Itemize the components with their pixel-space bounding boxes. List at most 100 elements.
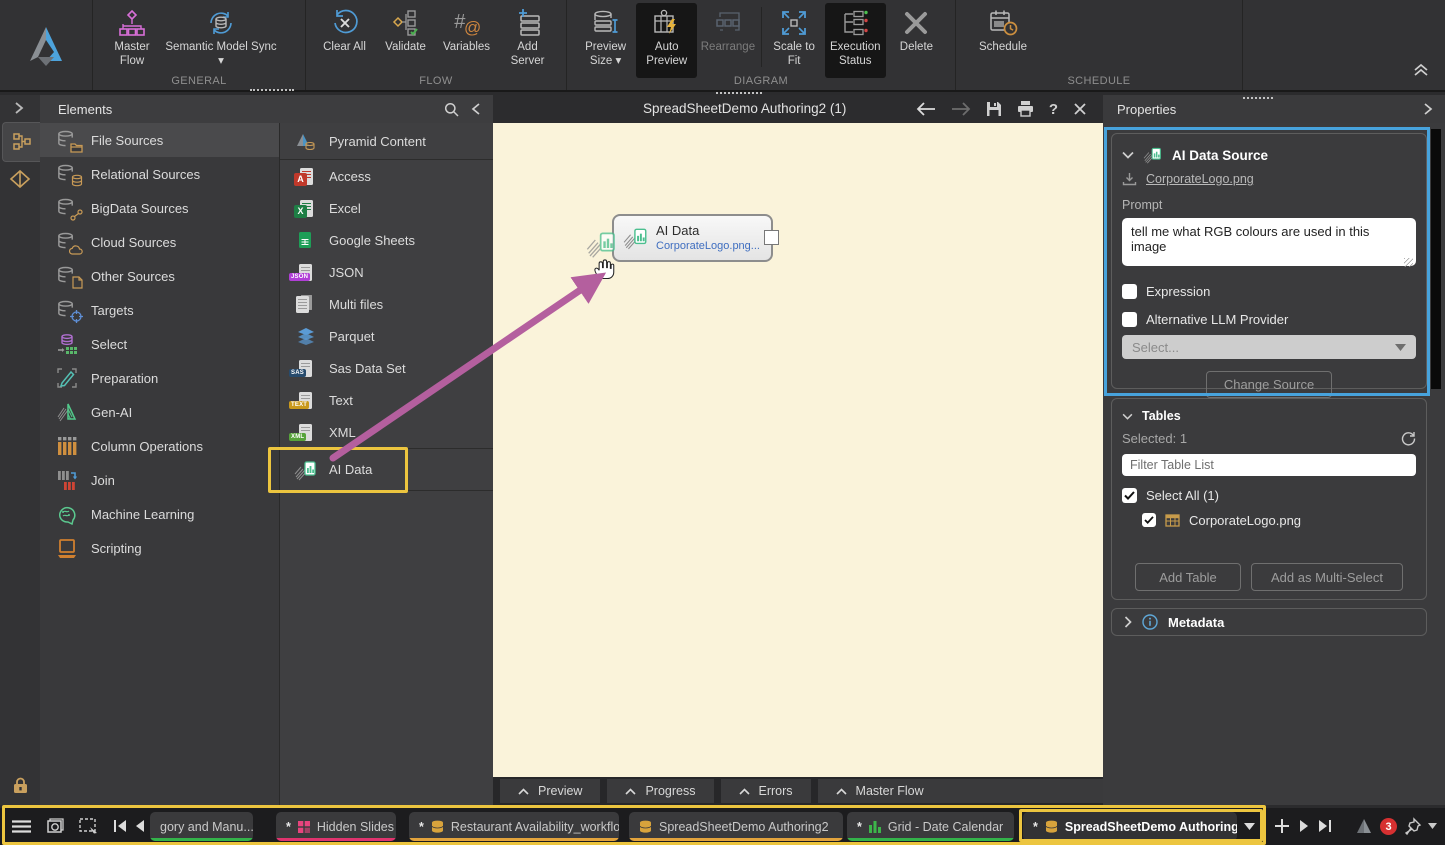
element-category-targets[interactable]: Targets bbox=[40, 293, 279, 327]
machine-learning-icon bbox=[56, 503, 80, 525]
table-row-label[interactable]: CorporateLogo.png bbox=[1189, 513, 1301, 528]
element-category-scripting[interactable]: Scripting bbox=[40, 531, 279, 565]
search-icon[interactable] bbox=[444, 102, 459, 117]
save-icon[interactable] bbox=[986, 101, 1002, 117]
taskbar-tab-hidden-slides[interactable]: * Hidden Slides bbox=[276, 812, 396, 841]
file-source-item-parquet[interactable]: Parquet bbox=[280, 320, 493, 352]
relational-sources-icon bbox=[56, 163, 80, 185]
element-category-join[interactable]: Join bbox=[40, 463, 279, 497]
table-icon bbox=[1165, 514, 1180, 527]
taskbar-tab-category[interactable]: gory and Manu... bbox=[150, 812, 253, 841]
tab-progress[interactable]: Progress bbox=[607, 779, 713, 803]
ribbon-collapse-button[interactable] bbox=[1411, 62, 1431, 76]
back-icon[interactable] bbox=[916, 102, 936, 116]
tab-dropdown-caret[interactable] bbox=[1244, 823, 1255, 830]
expression-checkbox[interactable] bbox=[1122, 284, 1137, 299]
snapshot-icon[interactable] bbox=[46, 817, 67, 835]
execution-status-button[interactable]: Execution Status bbox=[825, 3, 886, 78]
chevron-down-icon[interactable] bbox=[1122, 151, 1134, 159]
first-tab-icon[interactable] bbox=[113, 819, 127, 833]
help-icon[interactable]: ? bbox=[1049, 101, 1058, 118]
chevron-down-icon[interactable] bbox=[1122, 413, 1133, 420]
taskbar-tab-spreadsheetdemo-authoring-active[interactable]: * SpreadSheetDemo Authoring... bbox=[1023, 812, 1237, 841]
expand-panel-chevron[interactable] bbox=[12, 99, 26, 117]
validate-button[interactable]: Validate bbox=[375, 3, 436, 78]
file-source-item-excel[interactable]: X Excel bbox=[280, 192, 493, 224]
svg-text:@: @ bbox=[464, 18, 481, 37]
pyramid-small-icon[interactable] bbox=[1354, 817, 1374, 836]
canvas[interactable]: AI Data CorporateLogo.png... bbox=[493, 123, 1103, 777]
prompt-textarea[interactable]: tell me what RGB colours are used in thi… bbox=[1122, 218, 1416, 266]
element-category-other-sources[interactable]: Other Sources bbox=[40, 259, 279, 293]
properties-header: Properties bbox=[1103, 95, 1445, 124]
new-tab-icon[interactable] bbox=[1274, 818, 1290, 834]
print-icon[interactable] bbox=[1017, 101, 1034, 117]
preview-size-button[interactable]: Preview Size ▾ bbox=[575, 3, 636, 78]
rail-tab-model[interactable] bbox=[8, 167, 32, 191]
rail-tab-dataflow[interactable] bbox=[2, 122, 41, 162]
clear-all-button[interactable]: Clear All bbox=[314, 3, 375, 78]
file-source-item-json[interactable]: JSON JSON bbox=[280, 256, 493, 288]
collapse-panel-chevron[interactable] bbox=[471, 102, 481, 116]
tab-master-flow[interactable]: Master Flow bbox=[818, 779, 1103, 803]
refresh-icon[interactable] bbox=[1401, 431, 1416, 446]
file-source-item-multi-files[interactable]: Multi files bbox=[280, 288, 493, 320]
database-icon bbox=[639, 820, 652, 833]
file-source-item-text[interactable]: TEXT Text bbox=[280, 384, 493, 416]
more-caret-icon[interactable] bbox=[1428, 823, 1437, 829]
element-category-machine-learning[interactable]: Machine Learning bbox=[40, 497, 279, 531]
previous-tab-icon[interactable] bbox=[134, 819, 145, 833]
pin-icon[interactable] bbox=[1403, 817, 1422, 836]
node-output-connector[interactable] bbox=[764, 230, 779, 245]
tab-errors[interactable]: Errors bbox=[721, 779, 811, 803]
taskbar-tab-grid-date-calendar[interactable]: * Grid - Date Calendar bbox=[847, 812, 1014, 841]
filter-table-list-input[interactable] bbox=[1122, 454, 1416, 476]
semantic-model-sync-button[interactable]: Semantic Model Sync ▾ bbox=[163, 3, 279, 78]
last-tab-icon[interactable] bbox=[1318, 819, 1332, 833]
file-source-item-access[interactable]: A Access bbox=[280, 160, 493, 192]
change-source-button[interactable]: Change Source bbox=[1206, 371, 1332, 398]
add-table-button[interactable]: Add Table bbox=[1135, 563, 1241, 591]
select-all-checkbox[interactable] bbox=[1122, 488, 1137, 503]
variables-icon: #@ bbox=[452, 8, 482, 38]
close-icon[interactable] bbox=[1073, 102, 1087, 116]
add-as-multi-select-button[interactable]: Add as Multi-Select bbox=[1251, 563, 1403, 591]
master-flow-button[interactable]: Master Flow bbox=[101, 3, 163, 78]
auto-preview-button[interactable]: Auto Preview bbox=[636, 3, 697, 78]
next-tab-icon[interactable] bbox=[1299, 819, 1310, 833]
file-source-item-sas-data-set[interactable]: SAS Sas Data Set bbox=[280, 352, 493, 384]
table-row-checkbox[interactable] bbox=[1142, 513, 1156, 527]
ai-data-node[interactable]: AI Data CorporateLogo.png... bbox=[612, 214, 773, 262]
element-category-gen-ai[interactable]: Gen-AI bbox=[40, 395, 279, 429]
download-icon[interactable] bbox=[1122, 172, 1137, 186]
scale-to-fit-button[interactable]: Scale to Fit bbox=[764, 3, 825, 78]
canvas-bottom-tabs: Preview Progress Errors Master Flow bbox=[493, 777, 1103, 805]
file-source-item-google-sheets[interactable]: Google Sheets bbox=[280, 224, 493, 256]
taskbar-tab-restaurant-availability[interactable]: * Restaurant Availability_workflow bbox=[409, 812, 619, 841]
textarea-resize-handle[interactable] bbox=[1404, 258, 1413, 267]
taskbar-tab-spreadsheetdemo-authoring2[interactable]: SpreadSheetDemo Authoring2 bbox=[629, 812, 843, 841]
collapse-properties-chevron[interactable] bbox=[1423, 102, 1445, 116]
menu-icon[interactable] bbox=[12, 820, 31, 833]
element-category-bigdata-sources[interactable]: BigData Sources bbox=[40, 191, 279, 225]
element-category-column-operations[interactable]: Column Operations bbox=[40, 429, 279, 463]
llm-provider-select[interactable]: Select... bbox=[1122, 335, 1416, 359]
notification-badge[interactable]: 3 bbox=[1380, 818, 1397, 835]
element-category-relational-sources[interactable]: Relational Sources bbox=[40, 157, 279, 191]
tab-preview[interactable]: Preview bbox=[500, 779, 600, 803]
element-category-file-sources[interactable]: File Sources bbox=[40, 123, 279, 157]
select-window-icon[interactable] bbox=[78, 817, 99, 835]
file-source-item-ai-data[interactable]: AI Data bbox=[280, 449, 493, 490]
element-category-cloud-sources[interactable]: Cloud Sources bbox=[40, 225, 279, 259]
schedule-button[interactable]: Schedule bbox=[972, 3, 1034, 78]
element-category-preparation[interactable]: Preparation bbox=[40, 361, 279, 395]
add-server-button[interactable]: Add Server bbox=[497, 3, 558, 78]
source-file-link[interactable]: CorporateLogo.png bbox=[1146, 172, 1254, 186]
file-source-item-pyramid-content[interactable]: Pyramid Content bbox=[280, 123, 493, 159]
variables-button[interactable]: #@ Variables bbox=[436, 3, 497, 78]
element-category-select[interactable]: Select bbox=[40, 327, 279, 361]
alternative-llm-checkbox[interactable] bbox=[1122, 312, 1137, 327]
delete-button[interactable]: Delete bbox=[886, 3, 947, 78]
file-source-item-xml[interactable]: XML XML bbox=[280, 416, 493, 448]
metadata-section[interactable]: Metadata bbox=[1111, 608, 1427, 636]
